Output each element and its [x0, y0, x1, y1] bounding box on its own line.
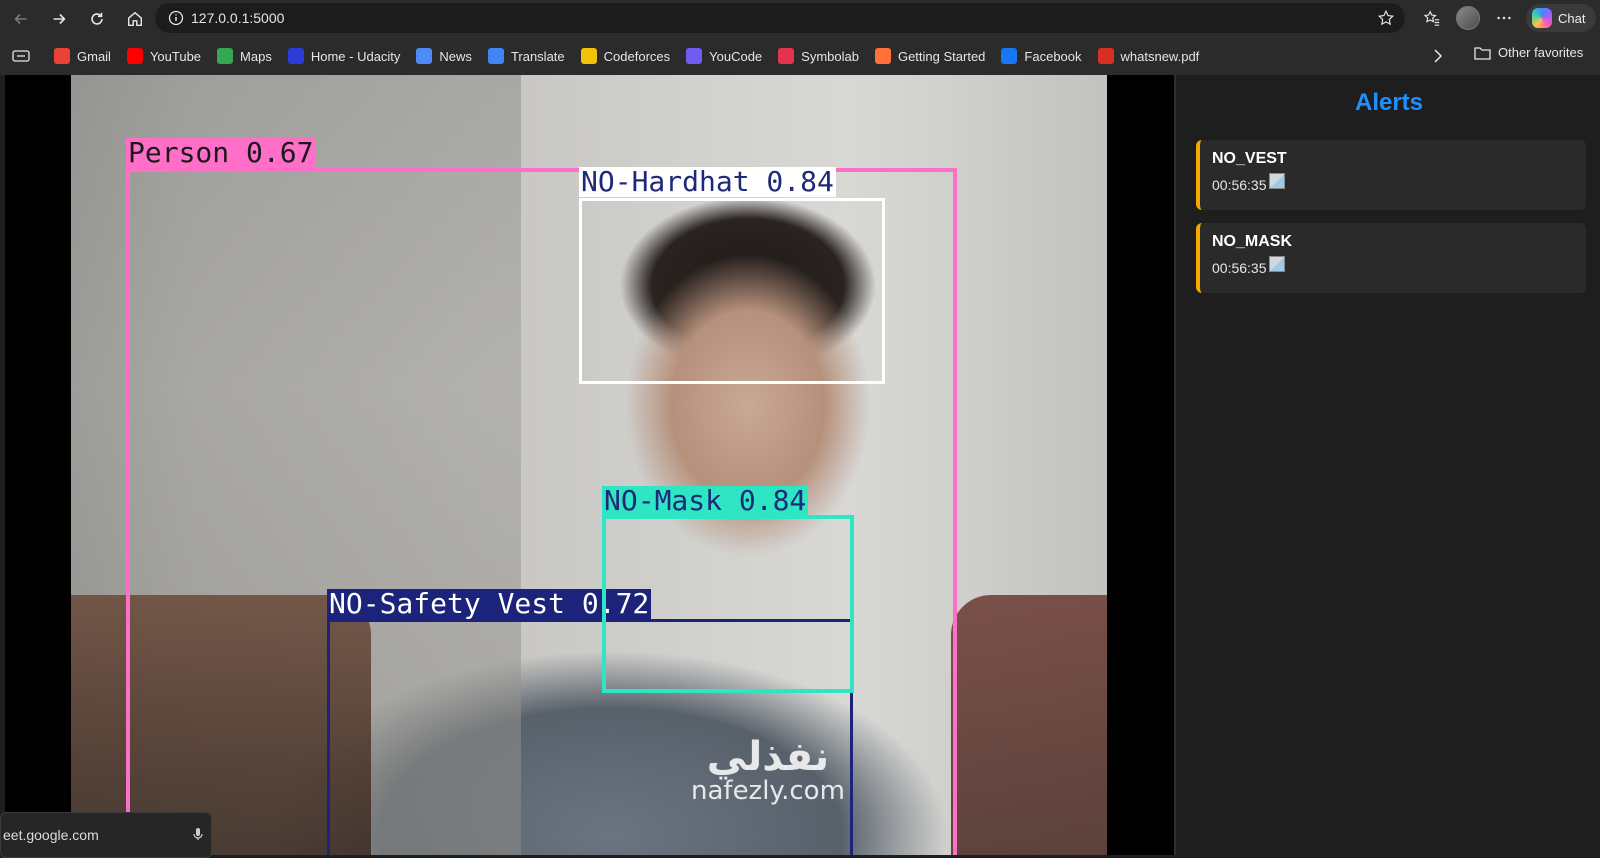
back-arrow-icon [14, 13, 27, 24]
alerts-panel: Alerts NO_VEST 00:56:35 NO_MASK 00:56:35 [1174, 75, 1600, 855]
alert-type: NO_VEST [1212, 150, 1287, 167]
youtube-icon [126, 48, 143, 64]
address-bar[interactable]: 127.0.0.1:5000 [155, 3, 1405, 33]
other-favorites-label: Other favorites [1498, 45, 1584, 60]
alerts-title: Alerts [1354, 89, 1424, 116]
udacity-icon [287, 48, 304, 64]
alert-type: NO_MASK [1212, 233, 1293, 250]
toolbar-right-tools [1414, 3, 1522, 33]
bookmark-whatsnew-pdf[interactable]: whatsnew.pdf [1090, 43, 1208, 69]
watermark-arabic: نفذلي [706, 734, 830, 780]
alert-card: NO_MASK 00:56:35 [1196, 223, 1586, 293]
back-button[interactable] [4, 4, 38, 34]
broken-image-icon [1268, 256, 1285, 272]
bookmark-getting-started[interactable]: Getting Started [867, 43, 993, 69]
background-sofa-right [951, 595, 1107, 855]
browser-toolbar: 127.0.0.1:5000 Chat [0, 0, 1600, 37]
site-info-icon[interactable] [161, 10, 191, 26]
video-stream-area: Person 0.67 NO-Hardhat 0.84 NO-Safety Ve… [5, 75, 1174, 855]
copilot-chat-button[interactable]: Chat [1526, 4, 1596, 32]
bookmark-facebook[interactable]: Facebook [993, 43, 1089, 69]
bookmark-label: Translate [510, 48, 565, 64]
avatar [1456, 6, 1480, 30]
no-hardhat-detection-label: NO-Hardhat 0.84 [579, 165, 836, 198]
more-dots-icon [1497, 16, 1511, 20]
bookmark-label: Home - Udacity [310, 48, 401, 64]
alert-time: 00:56:35 [1212, 177, 1267, 193]
symbolab-icon [778, 48, 795, 64]
more-menu-button[interactable] [1486, 3, 1522, 33]
facebook-icon [1001, 48, 1018, 64]
no-mask-detection-label: NO-Mask 0.84 [602, 484, 809, 517]
bookmark-label: YouTube [149, 48, 202, 64]
copilot-icon [1532, 8, 1552, 28]
profile-button[interactable] [1450, 3, 1486, 33]
bookmarks-bar: Gmail YouTube Maps Home - Udacity News Transl… [0, 37, 1600, 75]
chat-label: Chat [1558, 10, 1586, 26]
bookmark-symbolab[interactable]: Symbolab [770, 43, 867, 69]
favorite-star-icon[interactable] [1377, 9, 1395, 32]
bookmark-youtube[interactable]: YouTube [119, 43, 209, 69]
tab-actions-icon[interactable] [10, 45, 32, 67]
favorites-button[interactable] [1414, 3, 1450, 33]
camera-feed: Person 0.67 NO-Hardhat 0.84 NO-Safety Ve… [71, 75, 1107, 855]
bookmark-label: Codeforces [603, 48, 671, 64]
person-detection-label: Person 0.67 [126, 136, 316, 169]
bookmark-label: whatsnew.pdf [1120, 48, 1200, 64]
bookmark-youcode[interactable]: YouCode [678, 43, 770, 69]
forward-arrow-icon [53, 13, 66, 24]
news-icon [416, 48, 433, 64]
home-icon [127, 11, 143, 26]
alert-time: 00:56:35 [1212, 260, 1267, 276]
codeforces-icon [580, 48, 597, 64]
gmail-icon [54, 48, 70, 64]
bookmark-label: Maps [240, 48, 272, 64]
broken-image-icon [1268, 173, 1285, 189]
bookmark-news[interactable]: News [408, 43, 480, 69]
folder-icon [1474, 46, 1491, 60]
bookmark-codeforces[interactable]: Codeforces [573, 43, 678, 69]
bookmark-label: Getting Started [897, 48, 986, 64]
maps-icon [217, 48, 234, 64]
bookmark-label: Facebook [1024, 48, 1082, 64]
watermark-latin: nafezly.com [691, 776, 845, 806]
firefox-icon [874, 48, 891, 64]
other-favorites-button[interactable]: Other favorites [1474, 45, 1583, 60]
bookmark-label: YouCode [709, 48, 763, 64]
alert-card: NO_VEST 00:56:35 [1196, 140, 1586, 210]
bookmark-home-udacity[interactable]: Home - Udacity [280, 43, 409, 69]
bookmark-maps[interactable]: Maps [209, 43, 280, 69]
bookmark-label: News [439, 48, 472, 64]
no-hardhat-detection-box [579, 198, 885, 384]
reload-icon [91, 12, 103, 25]
alert-time-row: 00:56:35 [1212, 256, 1574, 276]
translate-icon [487, 48, 504, 64]
bookmark-translate[interactable]: Translate [480, 43, 573, 69]
no-mask-detection-box [602, 515, 854, 693]
forward-button[interactable] [42, 4, 76, 34]
url-text[interactable]: 127.0.0.1:5000 [191, 10, 284, 26]
pdf-icon [1097, 48, 1114, 64]
bookmark-label: Gmail [77, 48, 111, 64]
bookmarks-overflow-chevron-icon[interactable] [1428, 45, 1448, 67]
popup-text: eet.google.com [3, 827, 99, 843]
bookmark-gmail[interactable]: Gmail [46, 43, 119, 69]
favorites-list-icon [1423, 10, 1440, 26]
microphone-icon[interactable] [193, 827, 203, 844]
sharing-notification-popup[interactable]: eet.google.com [0, 812, 212, 858]
home-button[interactable] [118, 4, 152, 34]
alert-time-row: 00:56:35 [1212, 173, 1574, 193]
page-content: Person 0.67 NO-Hardhat 0.84 NO-Safety Ve… [5, 75, 1600, 855]
youcode-icon [686, 48, 703, 64]
reload-button[interactable] [80, 4, 114, 34]
bookmark-label: Symbolab [801, 48, 859, 64]
watermark: نفذلي nafezly.com [691, 737, 845, 805]
